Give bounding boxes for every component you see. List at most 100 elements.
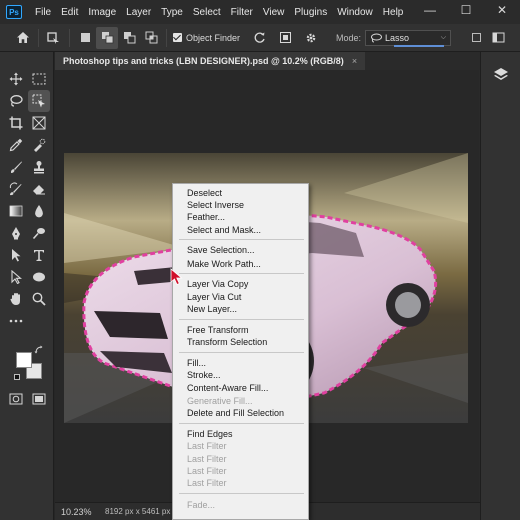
object-selection-tool-icon[interactable] <box>28 90 50 112</box>
frame-tool-icon[interactable] <box>28 112 50 134</box>
type-tool-icon[interactable] <box>28 244 50 266</box>
mode-value: Lasso <box>385 32 410 43</box>
menu-item-fill[interactable]: Fill... <box>173 357 308 369</box>
tools-panel <box>0 52 54 520</box>
menu-item-stroke[interactable]: Stroke... <box>173 369 308 381</box>
menu-item-make-work-path[interactable]: Make Work Path... <box>173 258 308 270</box>
show-all-objects-icon[interactable] <box>274 27 296 49</box>
edit-toolbar-icon[interactable] <box>5 310 27 332</box>
menu-view[interactable]: View <box>258 7 290 18</box>
zoom-tool-icon[interactable] <box>28 288 50 310</box>
menu-item-select-and-mask[interactable]: Select and Mask... <box>173 224 308 236</box>
menu-item-generative-fill: Generative Fill... <box>187 396 253 406</box>
intersect-selection-icon[interactable] <box>140 27 162 49</box>
menu-item-free-transform[interactable]: Free Transform <box>173 324 308 336</box>
menu-select[interactable]: Select <box>188 7 226 18</box>
clone-stamp-icon[interactable] <box>28 156 50 178</box>
new-selection-icon[interactable] <box>74 27 96 49</box>
menu-filter[interactable]: Filter <box>226 7 258 18</box>
menu-item-transform-selection[interactable]: Transform Selection <box>173 336 308 348</box>
mode-indicator <box>394 44 445 47</box>
menu-bar: Ps File Edit Image Layer Type Select Fil… <box>0 0 520 24</box>
home-icon[interactable] <box>12 27 34 49</box>
separator <box>69 28 70 47</box>
chevron-down-icon: ⌵ <box>440 33 447 41</box>
foreground-color-swatch[interactable] <box>16 352 32 368</box>
menu-layer[interactable]: Layer <box>121 7 156 18</box>
menu-item-fade: Fade... <box>187 500 216 510</box>
direct-selection-icon[interactable] <box>5 266 27 288</box>
crop-tool-icon[interactable] <box>5 112 27 134</box>
object-finder-checkbox[interactable] <box>173 33 182 42</box>
add-to-selection-icon[interactable] <box>96 26 118 49</box>
menu-item-layer-via-cut[interactable]: Layer Via Cut <box>173 291 308 303</box>
menu-item-new-layer[interactable]: New Layer... <box>173 303 308 315</box>
rectangular-marquee-icon[interactable] <box>28 68 50 90</box>
menu-item-find-edges[interactable]: Find Edges <box>173 428 308 440</box>
eyedropper-tool-icon[interactable] <box>5 134 27 156</box>
menu-help[interactable]: Help <box>378 7 409 18</box>
menu-item-deselect[interactable]: Deselect <box>173 187 308 199</box>
refresh-icon[interactable] <box>248 27 270 49</box>
menu-item-last-filter: Last Filter <box>187 454 227 464</box>
path-selection-icon[interactable] <box>5 244 27 266</box>
options-bar: Object Finder Mode: Lasso ⌵ <box>0 24 520 52</box>
spot-healing-brush-icon[interactable] <box>28 134 50 156</box>
menu-window[interactable]: Window <box>332 7 378 18</box>
menu-item-save-selection[interactable]: Save Selection... <box>173 244 308 256</box>
object-finder-toggle[interactable]: Object Finder <box>173 33 240 43</box>
quick-mask-icon[interactable] <box>5 388 27 410</box>
blur-tool-icon[interactable] <box>28 200 50 222</box>
menu-item-layer-via-copy[interactable]: Layer Via Copy <box>173 278 308 290</box>
menu-item-feather[interactable]: Feather... <box>173 211 308 223</box>
pen-tool-icon[interactable] <box>5 222 27 244</box>
menu-item-last-filter: Last Filter <box>187 441 227 451</box>
menu-separator <box>179 319 304 320</box>
minimize-button[interactable]: — <box>412 0 448 20</box>
maximize-button[interactable]: ☐ <box>448 0 484 20</box>
eraser-tool-icon[interactable] <box>28 178 50 200</box>
gradient-tool-icon[interactable] <box>5 200 27 222</box>
menu-edit[interactable]: Edit <box>56 7 83 18</box>
document-tab[interactable]: Photoshop tips and tricks (LBN DESIGNER)… <box>55 52 366 70</box>
menu-image[interactable]: Image <box>83 7 121 18</box>
swap-colors-icon[interactable] <box>33 344 45 356</box>
hand-tool-icon[interactable] <box>5 288 27 310</box>
right-panel-dock <box>480 52 520 520</box>
panel-options-icon[interactable] <box>487 27 509 49</box>
default-colors-icon[interactable] <box>14 374 20 380</box>
menu-plugins[interactable]: Plugins <box>289 7 332 18</box>
ellipse-tool-icon[interactable] <box>28 266 50 288</box>
menu-item-select-inverse[interactable]: Select Inverse <box>173 199 308 211</box>
brush-tool-icon[interactable] <box>5 156 27 178</box>
menu-separator <box>179 423 304 424</box>
lasso-tool-icon[interactable] <box>5 90 27 112</box>
close-tab-icon[interactable]: × <box>352 56 357 66</box>
subtract-from-selection-icon[interactable] <box>118 27 140 49</box>
lasso-icon <box>371 33 383 42</box>
history-brush-icon[interactable] <box>5 178 27 200</box>
menu-item-content-aware-fill[interactable]: Content-Aware Fill... <box>173 382 308 394</box>
zoom-level-field[interactable]: 10.23% <box>55 507 99 517</box>
menu-file[interactable]: File <box>30 7 56 18</box>
document-tab-bar: Photoshop tips and tricks (LBN DESIGNER)… <box>55 52 480 70</box>
window-controls: — ☐ ✕ <box>412 0 520 24</box>
photoshop-logo: Ps <box>6 5 22 19</box>
move-tool-icon[interactable] <box>5 68 27 90</box>
separator <box>166 28 167 47</box>
context-menu: Deselect Select Inverse Feather... Selec… <box>172 183 309 520</box>
settings-gear-icon[interactable] <box>300 27 322 49</box>
menu-separator <box>179 239 304 240</box>
menu-separator <box>179 352 304 353</box>
menu-item-last-filter: Last Filter <box>187 466 227 476</box>
screen-mode-icon[interactable] <box>28 388 50 410</box>
close-window-button[interactable]: ✕ <box>484 0 520 20</box>
menu-item-delete-and-fill-selection[interactable]: Delete and Fill Selection <box>173 407 308 419</box>
menu-item-last-filter: Last Filter <box>187 478 227 488</box>
mode-dropdown[interactable]: Lasso ⌵ <box>365 29 452 47</box>
tool-preset-picker-icon[interactable] <box>43 27 65 49</box>
layers-panel-icon[interactable] <box>490 64 512 86</box>
dodge-tool-icon[interactable] <box>28 222 50 244</box>
checkbox-option-icon[interactable] <box>465 27 487 49</box>
menu-type[interactable]: Type <box>156 7 188 18</box>
